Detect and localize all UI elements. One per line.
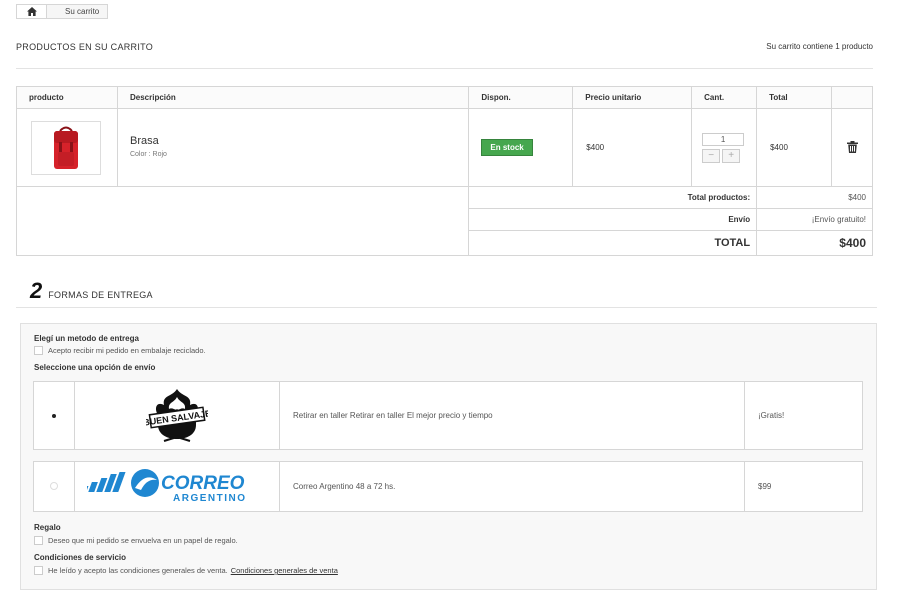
shipping-option-1-description: Retirar en taller Retirar en taller El m… (279, 381, 745, 450)
tos-checkbox[interactable] (34, 566, 43, 575)
summary-total-value: $400 (756, 230, 873, 256)
step-divider (16, 307, 877, 308)
quantity-decrease-button[interactable]: − (702, 148, 721, 163)
summary-total-label: TOTAL (468, 230, 758, 256)
breadcrumb-current: Su carrito (65, 7, 100, 16)
product-name[interactable]: Brasa (130, 135, 468, 147)
correo-argentino-logo-cell: CORREO ARGENTINO (74, 461, 280, 512)
svg-text:CORREO: CORREO (161, 473, 245, 494)
recycled-packaging-checkbox[interactable] (34, 346, 43, 355)
tos-label: Condiciones de servicio (34, 553, 127, 562)
gift-check-label: Deseo que mi pedido se envuelva en un pa… (48, 536, 238, 545)
col-header-total: Total (756, 86, 833, 109)
product-description-cell: Brasa Color : Rojo (116, 108, 470, 187)
quantity-cell: − + (691, 108, 758, 187)
shipping-option-1-price: ¡Gratis! (744, 381, 863, 450)
stock-badge: En stock (481, 139, 533, 156)
recycled-packaging-row: Acepto recibir mi pedido en embalaje rec… (34, 346, 206, 355)
gift-row: Deseo que mi pedido se envuelva en un pa… (34, 536, 238, 545)
quantity-increase-button[interactable]: + (722, 148, 741, 163)
shipping-option-2-radio-cell (33, 461, 75, 512)
col-header-description: Descripción (116, 86, 470, 109)
summary-shipping-value: ¡Envío gratuito! (756, 208, 873, 231)
breadcrumb-home-link[interactable] (17, 5, 47, 18)
product-attributes: Color : Rojo (129, 151, 167, 158)
shipping-option-1-radio[interactable] (52, 414, 56, 418)
col-header-product: producto (16, 86, 118, 109)
breadcrumb: Su carrito (16, 4, 109, 19)
cart-count-text: Su carrito contiene 1 producto (766, 42, 873, 51)
step-number: 2 (30, 278, 43, 303)
summary-products-label: Total productos: (468, 186, 758, 209)
cart-table: producto Descripción Dispon. Precio unit… (15, 86, 873, 256)
backpack-image (54, 126, 78, 169)
col-header-actions (831, 86, 873, 109)
correo-argentino-logo: CORREO ARGENTINO (80, 468, 247, 504)
shipping-option-1-radio-cell (33, 381, 75, 450)
quantity-stepper: − + (702, 148, 756, 163)
summary-products-value: $400 (756, 186, 873, 209)
shipping-option-2[interactable]: CORREO ARGENTINO Correo Argentino 48 a 7… (33, 461, 863, 512)
col-header-availability: Dispon. (468, 86, 574, 109)
summary-empty-cell (15, 186, 470, 256)
cart-item-row: Brasa Color : Rojo En stock $400 − + $40… (16, 108, 873, 187)
trash-icon[interactable] (846, 140, 858, 153)
shipping-option-2-price: $99 (744, 461, 863, 512)
col-header-unit-price: Precio unitario (572, 86, 693, 109)
shipping-option-1[interactable]: BUEN SALVAJE Retirar en taller Retirar e… (33, 381, 863, 450)
home-icon (26, 7, 37, 16)
summary-shipping-label: Envío (468, 208, 758, 231)
quantity-input[interactable] (702, 132, 745, 146)
summary-products-row: Total productos: $400 (15, 186, 873, 256)
tos-row: He leído y acepto las condiciones genera… (34, 566, 338, 575)
col-header-quantity: Cant. (691, 86, 758, 109)
choose-method-label: Elegí un metodo de entrega (34, 334, 139, 343)
delivery-step-heading: 2 FORMAS DE ENTREGA (30, 278, 153, 303)
heading-divider (16, 68, 873, 69)
shipping-option-2-description: Correo Argentino 48 a 72 hs. (279, 461, 745, 512)
page-title: PRODUCTOS EN SU CARRITO (16, 42, 154, 52)
item-total: $400 (756, 108, 833, 187)
shipping-option-2-radio[interactable] (50, 481, 58, 490)
unit-price: $400 (572, 108, 693, 187)
step-title: FORMAS DE ENTREGA (48, 290, 153, 300)
availability-cell: En stock (468, 108, 574, 187)
product-image[interactable] (31, 120, 101, 175)
svg-text:ARGENTINO: ARGENTINO (173, 493, 247, 504)
recycled-packaging-label: Acepto recibir mi pedido en embalaje rec… (48, 346, 206, 355)
product-image-cell (16, 108, 118, 187)
buen-salvaje-logo: BUEN SALVAJE (143, 388, 212, 442)
delete-cell (831, 108, 873, 187)
cart-header-row: producto Descripción Dispon. Precio unit… (16, 86, 873, 109)
select-option-label: Seleccione una opción de envío (34, 363, 156, 372)
buen-salvaje-logo-cell: BUEN SALVAJE (74, 381, 280, 450)
gift-label: Regalo (34, 523, 61, 532)
tos-link[interactable]: Condiciones generales de venta (231, 566, 338, 575)
delivery-options-panel: Elegí un metodo de entrega Acepto recibi… (20, 323, 877, 590)
tos-check-label: He leído y acepto las condiciones genera… (48, 566, 228, 575)
gift-checkbox[interactable] (34, 536, 43, 545)
